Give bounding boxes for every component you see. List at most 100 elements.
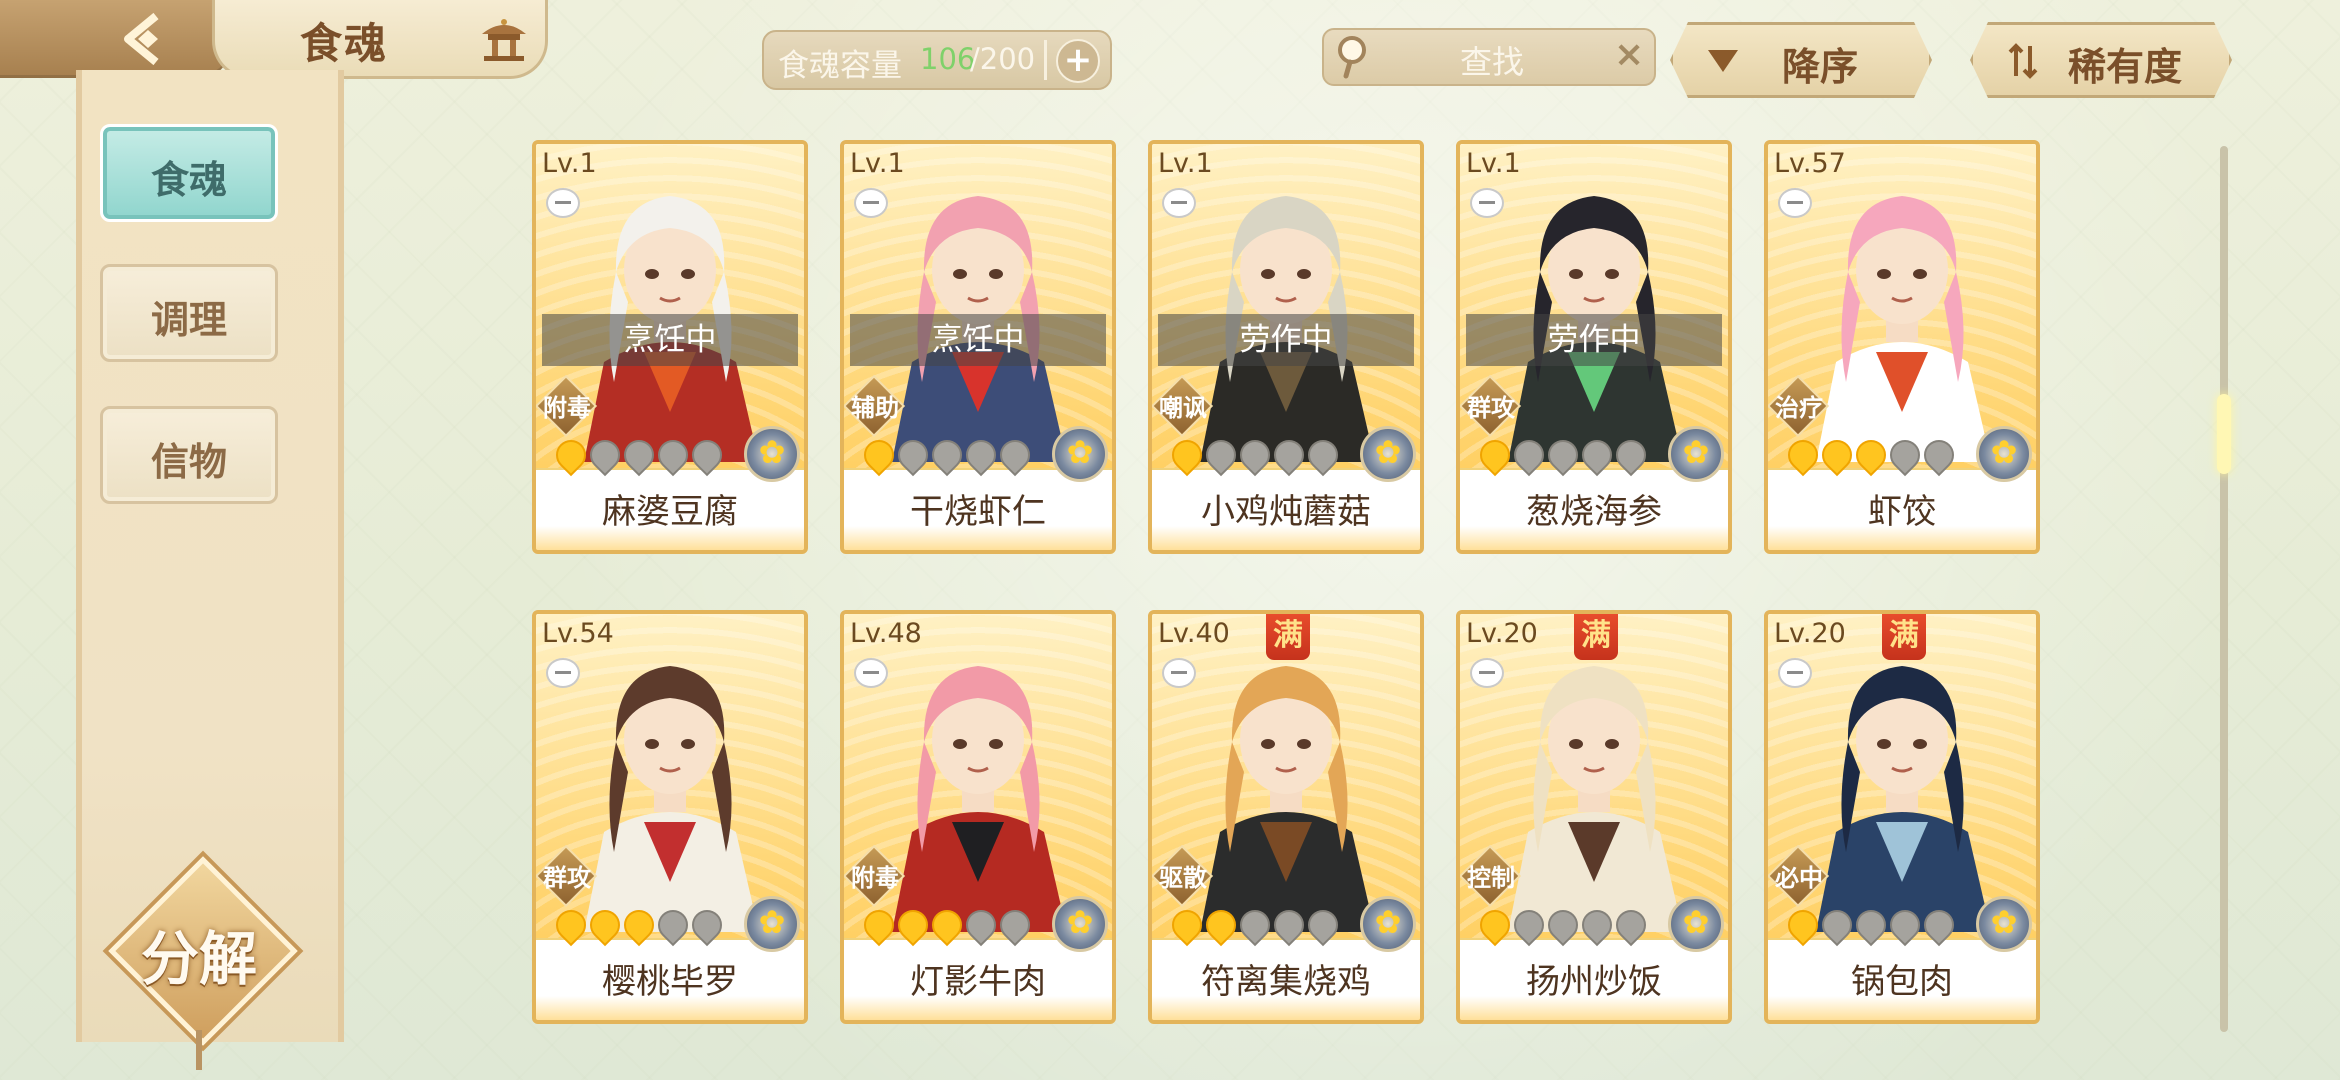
role-badge: 辅助	[844, 374, 906, 438]
star-filled-icon	[549, 903, 593, 947]
sort-rarity-label: 稀有度	[2068, 45, 2183, 89]
tassel-decoration	[196, 1030, 202, 1070]
card-level: Lv.20	[1466, 618, 1538, 649]
capacity-label: 食魂容量	[778, 48, 902, 84]
capacity-current: 106	[920, 42, 976, 76]
card-name: 锅包肉	[1851, 962, 1953, 1002]
card-status: 烹饪中	[850, 314, 1106, 366]
lock-toggle-icon[interactable]	[1470, 658, 1504, 688]
lock-toggle-icon[interactable]	[1470, 188, 1504, 218]
role-badge: 群攻	[536, 844, 598, 908]
tab-tokens[interactable]: 信物	[100, 406, 278, 504]
element-flower-icon	[744, 896, 800, 952]
food-soul-grid: Lv.1烹饪中附毒麻婆豆腐 Lv.1烹饪中辅助干烧虾仁	[532, 140, 2052, 1030]
star-empty-icon	[1507, 903, 1551, 947]
card-name: 虾饺	[1868, 492, 1936, 532]
food-soul-card[interactable]: Lv.54 群攻樱桃毕罗	[532, 610, 808, 1024]
card-level: Lv.48	[850, 618, 922, 649]
star-empty-icon	[685, 903, 729, 947]
role-label: 群攻	[1467, 394, 1515, 422]
lock-toggle-icon[interactable]	[546, 658, 580, 688]
lock-toggle-icon[interactable]	[1162, 658, 1196, 688]
search-input[interactable]: 查找 ×	[1322, 28, 1656, 86]
food-soul-card[interactable]: Lv.1 劳作中群攻葱烧海参	[1456, 140, 1732, 554]
star-rating	[1473, 433, 1653, 477]
card-status: 烹饪中	[542, 314, 798, 366]
card-level: Lv.1	[1158, 148, 1213, 179]
lock-toggle-icon[interactable]	[1778, 658, 1812, 688]
card-name: 小鸡炖蘑菇	[1201, 492, 1371, 532]
food-soul-card[interactable]: Lv.20 满必中锅包肉	[1764, 610, 2040, 1024]
scrollbar[interactable]	[2217, 146, 2231, 1032]
capacity-add-button[interactable]: +	[1056, 39, 1100, 83]
role-label: 附毒	[543, 394, 591, 422]
food-soul-card[interactable]: Lv.1 劳作中嘲讽小鸡炖蘑菇	[1148, 140, 1424, 554]
card-level: Lv.1	[850, 148, 905, 179]
sort-order-label: 降序	[1782, 45, 1859, 89]
star-empty-icon	[685, 433, 729, 477]
star-empty-icon	[1575, 903, 1619, 947]
food-soul-card[interactable]: Lv.48 附毒灯影牛肉	[840, 610, 1116, 1024]
card-name: 干烧虾仁	[910, 492, 1046, 532]
star-rating	[857, 433, 1037, 477]
lock-toggle-icon[interactable]	[854, 188, 888, 218]
pavilion-icon[interactable]	[478, 14, 530, 62]
lock-toggle-icon[interactable]	[546, 188, 580, 218]
star-empty-icon	[651, 433, 695, 477]
star-empty-icon	[1267, 433, 1311, 477]
star-empty-icon	[959, 903, 1003, 947]
lock-toggle-icon[interactable]	[854, 658, 888, 688]
star-rating	[549, 433, 729, 477]
star-empty-icon	[1541, 903, 1585, 947]
star-empty-icon	[1541, 433, 1585, 477]
star-filled-icon	[1815, 433, 1859, 477]
lock-toggle-icon[interactable]	[1778, 188, 1812, 218]
full-badge: 满	[1574, 614, 1618, 660]
tab-food-souls[interactable]: 食魂	[100, 124, 278, 222]
star-filled-icon	[1165, 433, 1209, 477]
role-badge: 群攻	[1460, 374, 1522, 438]
sort-rarity-button[interactable]: 稀有度	[1970, 22, 2232, 98]
star-empty-icon	[1815, 903, 1859, 947]
decompose-button[interactable]: 分解	[108, 856, 298, 1046]
role-label: 辅助	[851, 394, 899, 422]
food-soul-card[interactable]: Lv.1 烹饪中附毒麻婆豆腐	[532, 140, 808, 554]
element-flower-icon	[1668, 896, 1724, 952]
star-rating	[549, 903, 729, 947]
element-flower-icon	[1668, 426, 1724, 482]
star-empty-icon	[1233, 433, 1277, 477]
star-empty-icon	[1233, 903, 1277, 947]
star-filled-icon	[1473, 433, 1517, 477]
food-soul-card[interactable]: Lv.57 治疗虾饺	[1764, 140, 2040, 554]
triangle-down-icon	[1708, 50, 1738, 72]
role-badge: 必中	[1768, 844, 1830, 908]
card-name: 葱烧海参	[1526, 492, 1662, 532]
element-flower-icon	[1360, 896, 1416, 952]
close-icon[interactable]: ×	[1614, 34, 1644, 75]
food-soul-card[interactable]: Lv.40 满驱散符离集烧鸡	[1148, 610, 1424, 1024]
star-rating	[857, 903, 1037, 947]
element-flower-icon	[1052, 896, 1108, 952]
food-soul-card[interactable]: Lv.20 满控制扬州炒饭	[1456, 610, 1732, 1024]
star-rating	[1165, 903, 1345, 947]
role-label: 必中	[1775, 864, 1823, 892]
full-badge: 满	[1882, 614, 1926, 660]
star-empty-icon	[1849, 903, 1893, 947]
food-soul-card[interactable]: Lv.1 烹饪中辅助干烧虾仁	[840, 140, 1116, 554]
star-filled-icon	[1849, 433, 1893, 477]
capacity-display: 食魂容量 106 /200 +	[762, 30, 1112, 90]
back-button[interactable]	[0, 0, 230, 78]
star-empty-icon	[1301, 903, 1345, 947]
page-title: 食魂	[300, 19, 389, 68]
role-label: 附毒	[851, 864, 899, 892]
card-level: Lv.20	[1774, 618, 1846, 649]
tab-cooking[interactable]: 调理	[100, 264, 278, 362]
card-name: 樱桃毕罗	[602, 962, 738, 1002]
star-empty-icon	[1301, 433, 1345, 477]
sort-order-button[interactable]: 降序	[1670, 22, 1932, 98]
star-rating	[1781, 433, 1961, 477]
scroll-thumb[interactable]	[2217, 394, 2231, 474]
star-empty-icon	[617, 433, 661, 477]
role-badge: 驱散	[1152, 844, 1214, 908]
lock-toggle-icon[interactable]	[1162, 188, 1196, 218]
